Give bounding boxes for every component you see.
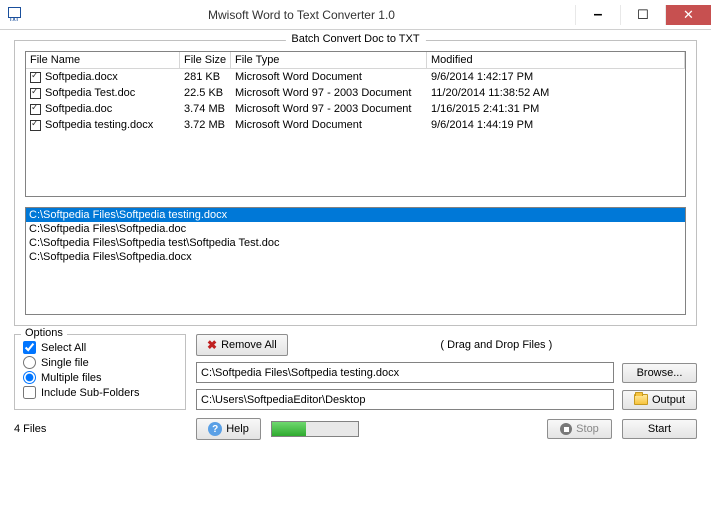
browse-button[interactable]: Browse... [622,363,697,383]
col-header-type[interactable]: File Type [231,52,427,68]
row-checkbox[interactable] [30,120,41,131]
progress-fill [272,422,306,436]
output-label: Output [652,394,685,406]
list-item[interactable]: C:\Softpedia Files\Softpedia.docx [26,250,685,264]
folder-icon [634,394,648,405]
minimize-button[interactable]: – [575,5,620,25]
row-checkbox[interactable] [30,88,41,99]
help-button[interactable]: ? Help [196,418,261,440]
table-row[interactable]: Softpedia.docx281 KBMicrosoft Word Docum… [26,69,685,85]
single-file-radio[interactable]: Single file [23,356,177,369]
stop-label: Stop [576,423,599,435]
title-bar[interactable]: TXT Mwisoft Word to Text Converter 1.0 –… [0,0,711,30]
select-all-checkbox[interactable]: Select All [23,341,177,354]
help-icon: ? [208,422,222,436]
input-path-field[interactable] [196,362,614,383]
group-legend: Batch Convert Doc to TXT [285,33,425,45]
list-item[interactable]: C:\Softpedia Files\Softpedia testing.doc… [26,208,685,222]
remove-all-label: Remove All [221,339,277,351]
options-group: Options Select All Single file Multiple … [14,334,186,410]
progress-bar [271,421,359,437]
col-header-modified[interactable]: Modified [427,52,685,68]
select-all-label: Select All [41,342,86,354]
maximize-button[interactable]: ☐ [620,5,665,25]
batch-convert-group: Batch Convert Doc to TXT File Name File … [14,40,697,326]
help-label: Help [226,423,249,435]
file-table[interactable]: File Name File Size File Type Modified S… [25,51,686,197]
remove-all-button[interactable]: ✖ Remove All [196,334,288,356]
stop-icon [560,423,572,435]
list-item[interactable]: C:\Softpedia Files\Softpedia.doc [26,222,685,236]
app-icon: TXT [6,7,22,23]
multiple-files-radio[interactable]: Multiple files [23,371,177,384]
options-legend: Options [21,327,67,339]
output-button[interactable]: Output [622,390,697,410]
table-header[interactable]: File Name File Size File Type Modified [26,52,685,69]
list-item[interactable]: C:\Softpedia Files\Softpedia test\Softpe… [26,236,685,250]
stop-button[interactable]: Stop [547,419,612,439]
start-button[interactable]: Start [622,419,697,439]
row-checkbox[interactable] [30,104,41,115]
start-label: Start [648,423,671,435]
multiple-files-label: Multiple files [41,372,102,384]
output-path-field[interactable] [196,389,614,410]
col-header-size[interactable]: File Size [180,52,231,68]
include-subfolders-checkbox[interactable]: Include Sub-Folders [23,386,177,399]
col-header-name[interactable]: File Name [26,52,180,68]
table-row[interactable]: Softpedia.doc3.74 MBMicrosoft Word 97 - … [26,101,685,117]
single-file-label: Single file [41,357,89,369]
table-row[interactable]: Softpedia Test.doc22.5 KBMicrosoft Word … [26,85,685,101]
browse-label: Browse... [637,367,683,379]
include-subfolders-label: Include Sub-Folders [41,387,139,399]
file-count-label: 4 Files [14,423,186,435]
drag-drop-label: ( Drag and Drop Files ) [296,339,697,351]
row-checkbox[interactable] [30,72,41,83]
window-title: Mwisoft Word to Text Converter 1.0 [28,8,575,22]
table-row[interactable]: Softpedia testing.docx3.72 MBMicrosoft W… [26,117,685,133]
x-icon: ✖ [207,338,217,352]
close-button[interactable]: ✕ [665,5,711,25]
path-list[interactable]: C:\Softpedia Files\Softpedia testing.doc… [25,207,686,315]
